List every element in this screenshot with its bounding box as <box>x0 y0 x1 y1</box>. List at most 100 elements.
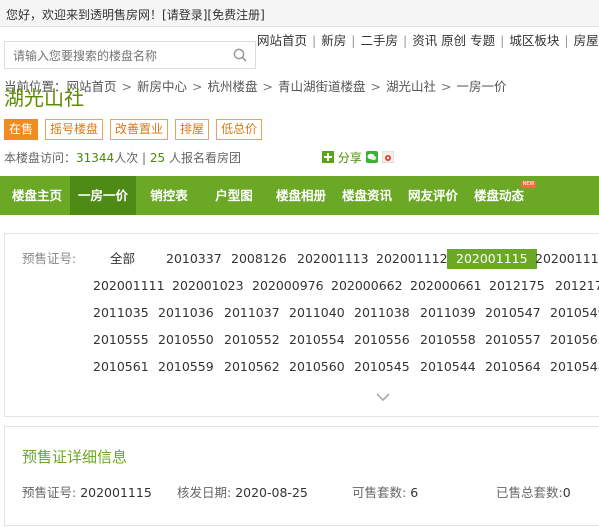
nav-separator: | <box>351 33 356 48</box>
nav-separator: | <box>312 33 317 48</box>
detail-date: 核发日期: 2020-08-25 <box>177 482 308 501</box>
tab-project-home[interactable]: 楼盘主页 <box>6 176 68 215</box>
permit-item[interactable]: 2011038 <box>354 303 410 323</box>
share-label[interactable]: 分享 <box>338 151 362 165</box>
permit-item[interactable]: 2011040 <box>289 303 345 323</box>
detail-permit-label: 预售证号: <box>22 485 77 500</box>
permit-item[interactable]: 2010557 <box>485 330 541 350</box>
tab-photos[interactable]: 楼盘相册 <box>270 176 332 215</box>
breadcrumb-item: 一房一价 <box>456 79 507 94</box>
tab-news[interactable]: 楼盘资讯 <box>336 176 398 215</box>
welcome-message: 您好，欢迎来到透明售房网！ <box>6 8 163 22</box>
permit-item[interactable]: 202001113 <box>297 249 369 269</box>
search-box <box>4 41 256 69</box>
breadcrumb-arrow: > <box>441 79 452 94</box>
nav-home[interactable]: 网站首页 <box>257 33 307 48</box>
permit-item[interactable]: 202000976 <box>252 276 324 296</box>
permit-item[interactable]: 2010555 <box>93 330 149 350</box>
nav-house-type[interactable]: 房屋类别 <box>574 33 599 48</box>
permit-item[interactable]: 202001115 <box>447 249 537 269</box>
permit-item[interactable]: 202000662 <box>331 276 403 296</box>
breadcrumb-arrow: > <box>370 79 382 94</box>
visits-separator: | <box>142 151 147 165</box>
permit-item[interactable]: 2008126 <box>231 249 287 269</box>
top-bar: 您好，欢迎来到透明售房网！[请登录][免费注册] <box>0 0 599 27</box>
signup-text[interactable]: 人报名看房团 <box>169 151 241 165</box>
permit-item[interactable]: 2010544 <box>420 357 476 377</box>
permit-item[interactable]: 2010548 <box>550 357 599 377</box>
permit-item[interactable]: 202000661 <box>410 276 482 296</box>
tag-upgrade: 改善置业 <box>110 119 169 140</box>
permit-item[interactable]: 2010562 <box>224 357 280 377</box>
permit-item[interactable]: 202001114 <box>535 249 599 269</box>
permit-item[interactable]: 202001023 <box>172 276 244 296</box>
visits-suffix: 人次 <box>114 151 139 165</box>
tab-price-list[interactable]: 一房一价 <box>70 176 136 215</box>
breadcrumb-item[interactable]: 新房中心 <box>137 79 187 94</box>
tab-reviews[interactable]: 网友评价 <box>402 176 464 215</box>
permit-item[interactable]: 2010552 <box>224 330 280 350</box>
tab-floor-plans[interactable]: 户型图 <box>205 176 263 215</box>
new-badge: NEW <box>521 181 536 188</box>
chevron-down-icon[interactable] <box>375 391 391 403</box>
permit-item[interactable]: 2011035 <box>93 303 149 323</box>
share-bar: 分享 <box>322 149 394 166</box>
permit-item[interactable]: 2010556 <box>354 330 410 350</box>
permit-item[interactable]: 2011036 <box>158 303 214 323</box>
wechat-icon[interactable] <box>365 151 378 163</box>
permit-label: 预售证号: <box>22 251 77 266</box>
nav-second-hand[interactable]: 二手房 <box>360 33 398 48</box>
permit-item[interactable]: 202001112 <box>376 249 448 269</box>
search-input[interactable] <box>11 47 230 65</box>
login-link[interactable]: [请登录] <box>162 8 207 22</box>
permit-item[interactable]: 2011039 <box>420 303 476 323</box>
permit-detail-panel <box>4 426 599 526</box>
project-title: 湖光山社 <box>4 86 84 110</box>
permit-item[interactable]: 2010565 <box>550 330 599 350</box>
breadcrumb-item[interactable]: 杭州楼盘 <box>208 79 258 94</box>
detail-sold-value: 0 <box>562 485 571 500</box>
permit-item[interactable]: 2012175 <box>489 276 545 296</box>
detail-available: 可售套数: 6 <box>352 482 418 501</box>
welcome-text: 您好，欢迎来到透明售房网！[请登录][免费注册] <box>6 6 265 23</box>
permit-item[interactable]: 2010550 <box>158 330 214 350</box>
breadcrumb-arrow: > <box>262 79 274 94</box>
visits-prefix: 本楼盘访问： <box>4 151 77 165</box>
permit-item[interactable]: 2010545 <box>354 357 410 377</box>
register-link[interactable]: [免费注册] <box>207 8 264 22</box>
permit-item[interactable]: 202001111 <box>93 276 165 296</box>
permit-item[interactable]: 2010561 <box>93 357 149 377</box>
permit-item[interactable]: 2010560 <box>289 357 345 377</box>
permit-item[interactable]: 2010564 <box>485 357 541 377</box>
permit-item[interactable]: 2010337 <box>166 249 222 269</box>
site-nav: 网站首页 | 新房 | 二手房 | 资讯 原创 专题 | 城区板块 | 房屋类别 <box>257 30 599 49</box>
permit-item[interactable]: 2011037 <box>224 303 280 323</box>
breadcrumb-item[interactable]: 青山湖街道楼盘 <box>278 79 366 94</box>
tag-lottery: 摇号楼盘 <box>45 119 104 140</box>
permit-item[interactable]: 2010559 <box>158 357 214 377</box>
permit-item[interactable]: 2012170 <box>555 276 599 296</box>
tag-on-sale: 在售 <box>4 119 39 140</box>
tab-sales-control[interactable]: 销控表 <box>140 176 198 215</box>
permit-item[interactable]: 2010558 <box>420 330 476 350</box>
nav-separator: | <box>402 33 408 48</box>
permit-detail-title: 预售证详细信息 <box>22 448 128 466</box>
permit-item[interactable]: 2010547 <box>485 303 541 323</box>
permit-item[interactable]: 2010554 <box>289 330 345 350</box>
weibo-icon[interactable] <box>381 151 394 163</box>
nav-new-house[interactable]: 新房 <box>321 33 346 48</box>
detail-available-label: 可售套数: <box>352 485 407 500</box>
visit-stats: 本楼盘访问：31344人次 | 25 人报名看房团 <box>4 149 241 166</box>
plus-icon[interactable] <box>322 151 334 163</box>
detail-date-label: 核发日期: <box>177 485 232 500</box>
breadcrumb-arrow: > <box>192 79 203 94</box>
permit-all[interactable]: 全部 <box>110 249 135 269</box>
breadcrumb-item[interactable]: 湖光山社 <box>386 79 436 94</box>
permit-item[interactable]: 2010549 <box>550 303 599 323</box>
nav-separator: | <box>500 33 505 48</box>
search-icon[interactable] <box>233 48 247 62</box>
nav-district[interactable]: 城区板块 <box>509 33 559 48</box>
detail-sold: 已售总套数:0 <box>496 482 571 501</box>
nav-news[interactable]: 资讯 原创 专题 <box>412 33 495 48</box>
detail-sold-label: 已售总套数: <box>496 485 563 500</box>
